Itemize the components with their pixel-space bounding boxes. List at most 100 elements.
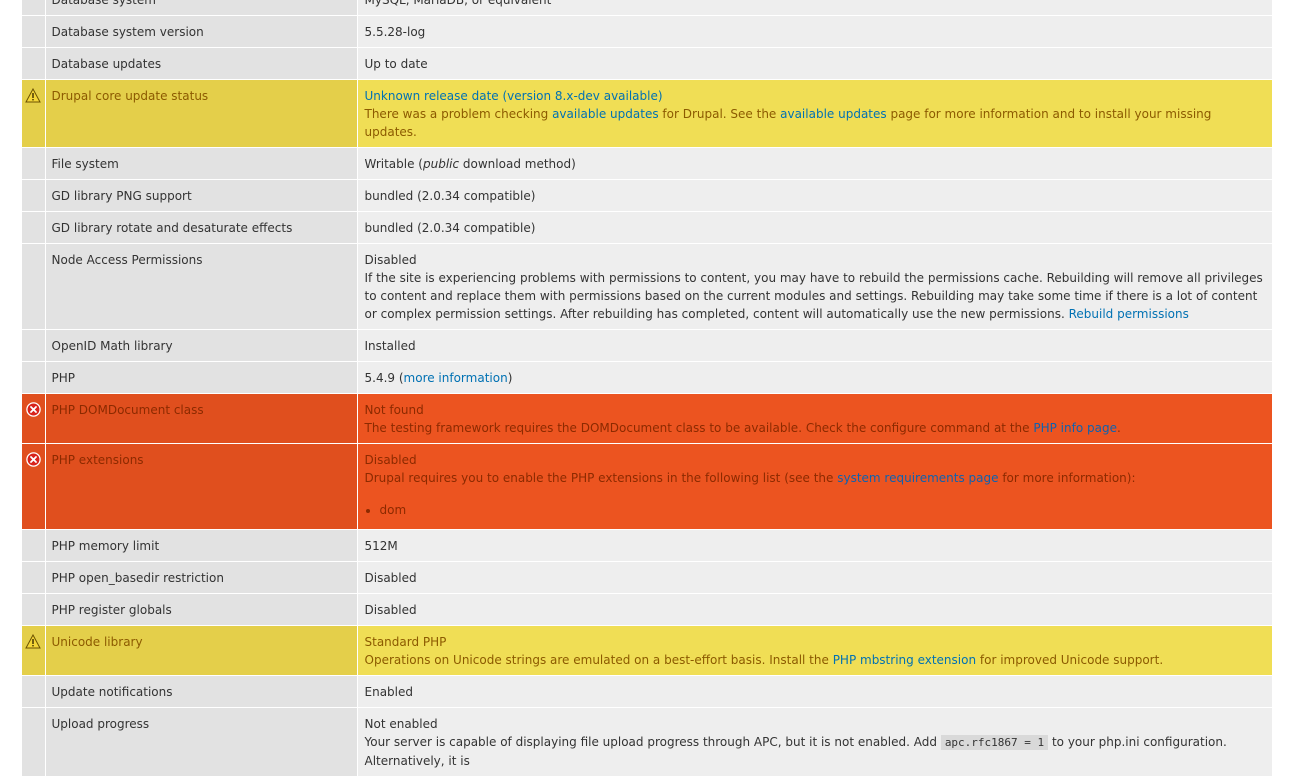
status-icon-cell [22, 675, 46, 708]
value-emphasis: public [422, 157, 460, 171]
status-title: Upload progress [45, 707, 358, 777]
status-title: PHP open_basedir restriction [45, 561, 358, 594]
status-icon-cell [22, 15, 46, 48]
status-value: Disabled [357, 561, 1272, 594]
status-icon-cell [22, 529, 46, 562]
desc-text: for improved Unicode support. [976, 653, 1164, 667]
value-text: 5.4.9 ( [364, 371, 404, 385]
status-value: Up to date [357, 47, 1272, 80]
error-circle-x-icon [22, 402, 45, 417]
status-value: Not enabled Your server is capable of di… [357, 707, 1272, 777]
status-icon-cell [22, 0, 46, 16]
status-icon-cell [22, 79, 46, 148]
status-value: Disabled [357, 593, 1272, 626]
status-row-upload-progress: Upload progress Not enabled Your server … [22, 707, 1272, 777]
warning-triangle-icon [22, 634, 45, 649]
release-date-link[interactable]: Unknown release date (version 8.x-dev av… [365, 89, 663, 103]
status-value: bundled (2.0.34 compatible) [357, 179, 1272, 212]
status-row-database-version: Database system version 5.5.28-log [22, 15, 1272, 48]
status-description: Your server is capable of displaying fil… [365, 733, 1267, 770]
desc-text: The testing framework requires the DOMDo… [364, 421, 1034, 435]
status-value: Disabled Drupal requires you to enable t… [357, 443, 1272, 530]
status-icon-cell [22, 625, 46, 676]
status-icon-cell [22, 329, 46, 362]
status-icon-cell [22, 179, 46, 212]
php-more-information-link[interactable]: more information [404, 371, 508, 385]
status-title: GD library rotate and desaturate effects [45, 211, 358, 244]
status-value: Enabled [357, 675, 1272, 708]
value-text: Disabled [364, 453, 417, 467]
warning-triangle-icon [22, 88, 45, 103]
status-icon-cell [22, 243, 46, 330]
status-title: PHP DOMDocument class [45, 393, 358, 444]
status-row-open-basedir: PHP open_basedir restriction Disabled [22, 561, 1272, 594]
status-value: Not found The testing framework requires… [357, 393, 1272, 444]
status-row-php: PHP 5.4.9 (more information) [22, 361, 1272, 394]
status-title: File system [45, 147, 358, 180]
status-row-php-extensions: PHP extensions Disabled Drupal requires … [22, 443, 1272, 530]
desc-text: There was a problem checking [364, 107, 553, 121]
php-mbstring-link[interactable]: PHP mbstring extension [833, 653, 976, 667]
status-title: GD library PNG support [45, 179, 358, 212]
available-updates-page-link[interactable]: available updates [780, 107, 887, 121]
status-icon-cell [22, 211, 46, 244]
value-text: ) [507, 371, 513, 385]
status-title: Database updates [45, 47, 358, 80]
status-row-database-system: Database system MySQL, MariaDB, or equiv… [22, 0, 1272, 16]
status-icon-cell [22, 593, 46, 626]
system-requirements-link[interactable]: system requirements page [837, 471, 998, 485]
status-title: OpenID Math library [45, 329, 358, 362]
error-circle-x-icon [22, 452, 45, 467]
status-row-file-system: File system Writable (public download me… [22, 147, 1272, 180]
status-value: 512M [357, 529, 1272, 562]
desc-text: for more information): [998, 471, 1136, 485]
desc-text: . [1116, 421, 1121, 435]
status-title: Database system version [45, 15, 358, 48]
desc-text: Operations on Unicode strings are emulat… [364, 653, 833, 667]
status-icon-cell [22, 393, 46, 444]
status-title: Drupal core update status [45, 79, 358, 148]
list-item: dom [365, 501, 1267, 519]
value-text: Not found [364, 403, 424, 417]
value-text: Writable ( [364, 157, 423, 171]
status-title: Unicode library [45, 625, 358, 676]
status-description: There was a problem checking available u… [365, 105, 1267, 141]
status-icon-cell [22, 147, 46, 180]
status-title: Update notifications [45, 675, 358, 708]
value-text: Disabled [364, 253, 417, 267]
status-row-database-updates: Database updates Up to date [22, 47, 1272, 80]
rebuild-permissions-link[interactable]: Rebuild permissions [1069, 307, 1189, 321]
status-value: 5.4.9 (more information) [357, 361, 1272, 394]
status-row-unicode: Unicode library Standard PHP Operations … [22, 625, 1272, 676]
status-icon-cell [22, 443, 46, 530]
status-row-update-notifications: Update notifications Enabled [22, 675, 1272, 708]
missing-extensions-list: dom [365, 501, 1267, 519]
apc-config-code: apc.rfc1867 = 1 [940, 735, 1049, 750]
status-report-table: Database system MySQL, MariaDB, or equiv… [22, 0, 1272, 777]
status-value: bundled (2.0.34 compatible) [357, 211, 1272, 244]
desc-text: for Drupal. See the [658, 107, 781, 121]
status-icon-cell [22, 707, 46, 777]
status-title: PHP register globals [45, 593, 358, 626]
status-row-openid-math: OpenID Math library Installed [22, 329, 1272, 362]
value-text: Not enabled [364, 717, 438, 731]
php-info-page-link[interactable]: PHP info page [1033, 421, 1117, 435]
status-description: If the site is experiencing problems wit… [365, 269, 1267, 323]
status-title: Node Access Permissions [45, 243, 358, 330]
status-value: Installed [357, 329, 1272, 362]
status-value: Writable (public download method) [357, 147, 1272, 180]
status-title: PHP [45, 361, 358, 394]
status-row-php-domdocument: PHP DOMDocument class Not found The test… [22, 393, 1272, 444]
value-text: download method) [459, 157, 576, 171]
desc-text: Drupal requires you to enable the PHP ex… [364, 471, 838, 485]
desc-text: Your server is capable of displaying fil… [364, 735, 941, 749]
status-title: PHP extensions [45, 443, 358, 530]
status-value: Unknown release date (version 8.x-dev av… [357, 79, 1272, 148]
status-row-node-access: Node Access Permissions Disabled If the … [22, 243, 1272, 330]
status-row-gd-rotate: GD library rotate and desaturate effects… [22, 211, 1272, 244]
value-text: Standard PHP [364, 635, 447, 649]
status-row-drupal-core-update: Drupal core update status Unknown releas… [22, 79, 1272, 148]
status-icon-cell [22, 361, 46, 394]
status-value: Disabled If the site is experiencing pro… [357, 243, 1272, 330]
available-updates-link[interactable]: available updates [552, 107, 659, 121]
